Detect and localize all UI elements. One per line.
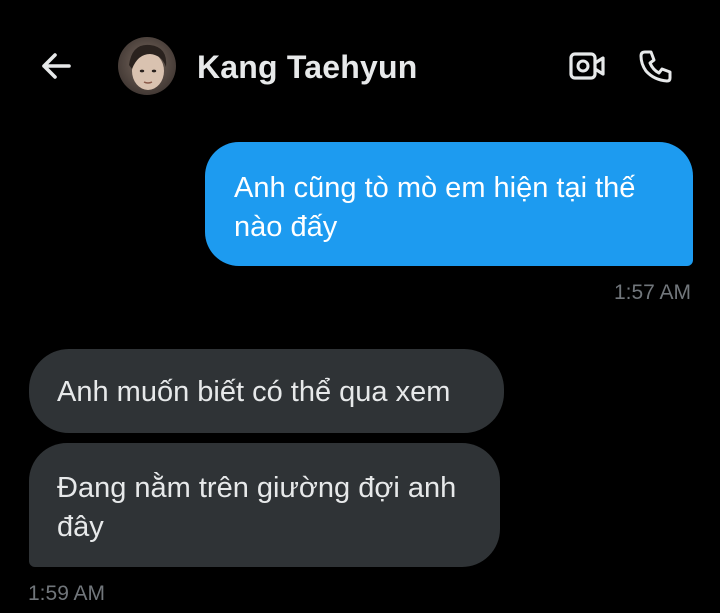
message-bubble-incoming[interactable]: Đang nằm trên giường đợi anh đây [29,443,500,567]
video-call-button[interactable] [565,44,609,88]
message-bubble-outgoing[interactable]: Anh cũng tò mò em hiện tại thế nào đấy [205,142,693,266]
contact-name[interactable]: Kang Taehyun [197,49,418,86]
voice-call-button[interactable] [634,44,678,88]
arrow-left-icon [42,53,71,79]
avatar-image [118,37,176,95]
message-timestamp: 1:59 AM [28,582,106,605]
video-camera-icon [569,52,605,80]
conversation-header: Kang Taehyun [0,0,720,135]
back-button[interactable] [34,44,78,88]
message-bubble-incoming[interactable]: Anh muốn biết có thể qua xem [29,349,504,433]
avatar[interactable] [118,37,176,95]
message-timestamp: 1:57 AM [613,281,691,304]
phone-icon [639,50,672,83]
